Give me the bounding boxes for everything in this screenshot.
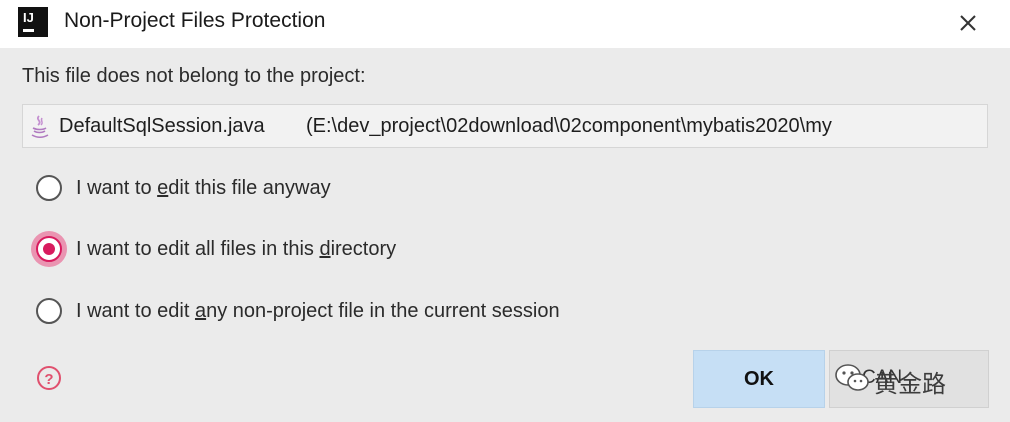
file-path-field[interactable]: DefaultSqlSession.java (E:\dev_project\0… [22,104,988,148]
radio-edit-directory[interactable] [36,236,62,262]
option-edit-session[interactable]: I want to edit any non-project file in t… [36,295,560,327]
title-bar: IJ Non-Project Files Protection [0,0,1010,48]
radio-edit-file[interactable] [36,175,62,201]
option-edit-directory-label: I want to edit all files in this directo… [76,237,397,260]
intellij-app-icon: IJ [18,7,48,37]
java-file-icon [31,115,49,139]
app-icon-text: IJ [23,10,34,25]
option-edit-session-label: I want to edit any non-project file in t… [76,299,560,322]
option-edit-directory[interactable]: I want to edit all files in this directo… [36,233,396,265]
option-edit-file-label: I want to edit this file anyway [76,176,331,199]
cancel-button[interactable]: CAN [829,350,989,408]
ok-button[interactable]: OK [693,350,825,408]
window-title: Non-Project Files Protection [64,9,326,32]
file-name: DefaultSqlSession.java [59,115,265,137]
dialog-message: This file does not belong to the project… [22,65,366,87]
app-icon-bar [23,29,34,32]
cancel-button-label: CAN [862,367,903,388]
close-button[interactable] [950,6,986,40]
radio-edit-session[interactable] [36,298,62,324]
file-path: (E:\dev_project\02download\02component\m… [306,115,832,137]
svg-text:?: ? [44,371,53,388]
close-icon [960,15,976,31]
help-icon: ? [37,366,61,390]
option-edit-file[interactable]: I want to edit this file anyway [36,172,331,204]
help-button[interactable]: ? [36,365,62,391]
